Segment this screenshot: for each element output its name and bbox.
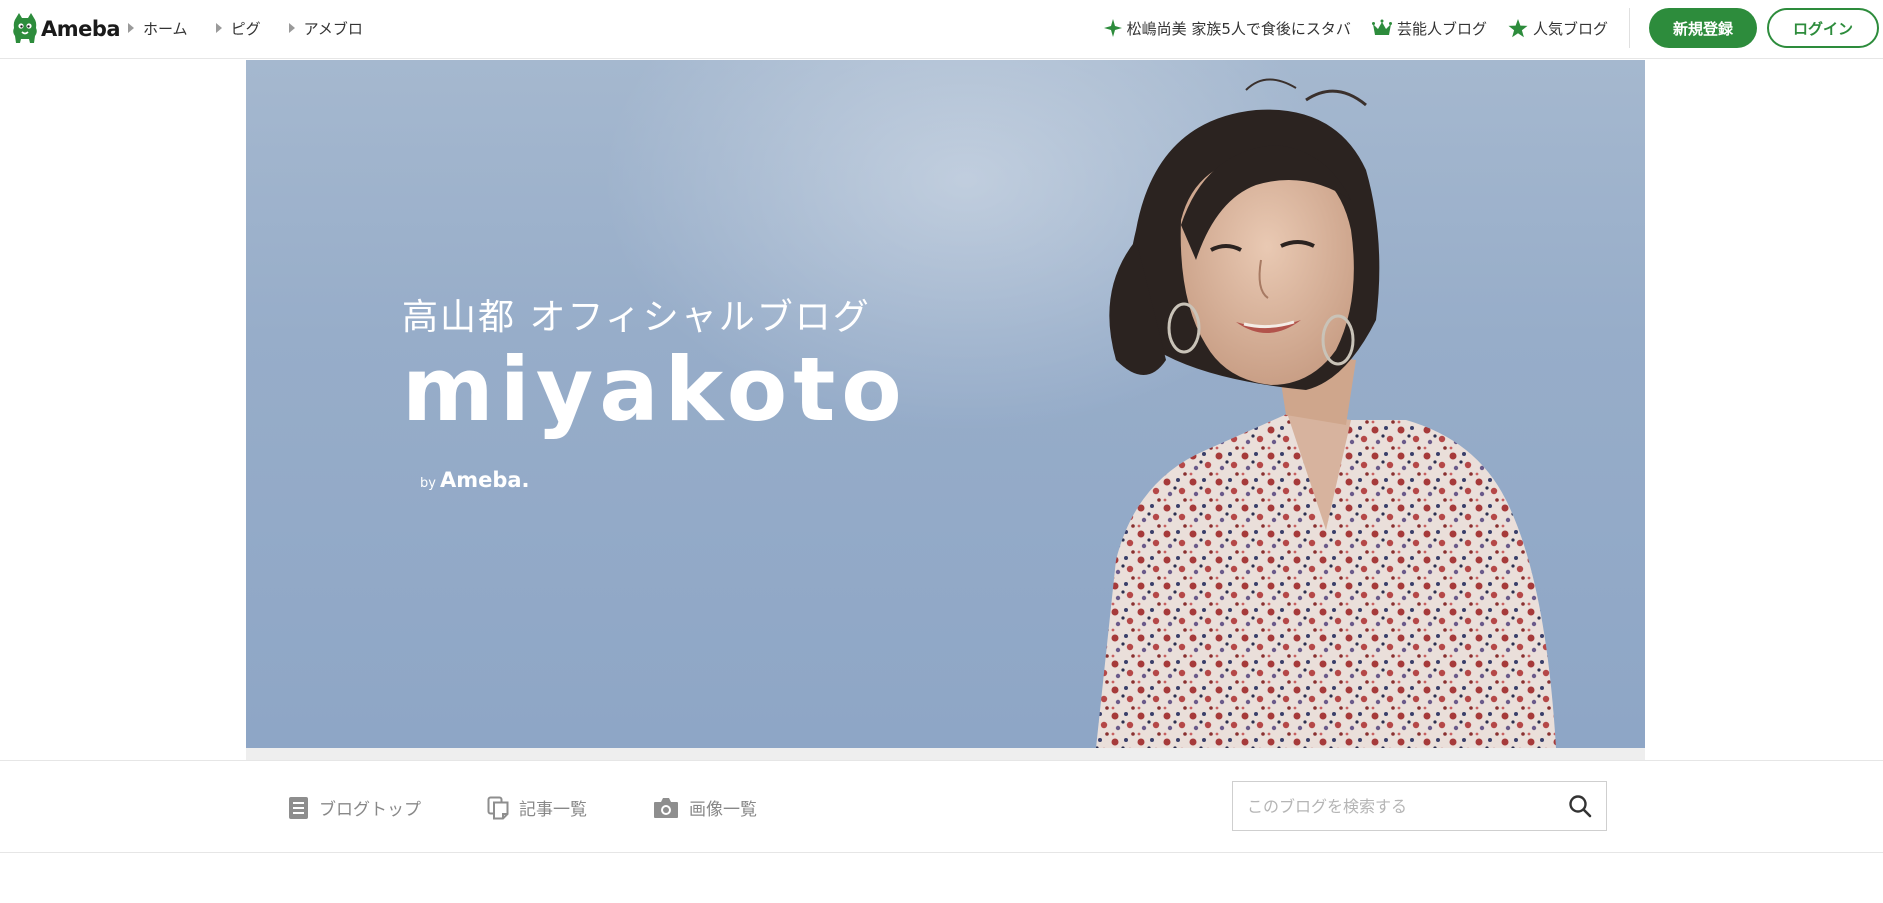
banner-bottom-strip xyxy=(246,748,1645,760)
portrait-photo xyxy=(1096,78,1556,748)
breadcrumb-label: ホーム xyxy=(143,19,188,38)
search-icon xyxy=(1569,795,1592,818)
blog-title: 高山都 オフィシャルブログ xyxy=(402,297,871,338)
register-button[interactable]: 新規登録 xyxy=(1648,8,1757,48)
by-ameba-mark: by Ameba. xyxy=(420,468,530,492)
celebrity-blog-link[interactable]: 芸能人ブログ xyxy=(1371,18,1487,39)
breadcrumb-pigg[interactable]: ピグ xyxy=(215,18,261,39)
blog-search-box xyxy=(1232,781,1607,831)
header-divider xyxy=(1628,8,1630,48)
header-right-nav: 松嶋尚美 家族5人で食後にスタバ 芸能人ブログ 人気ブログ 新規登録 ログイン xyxy=(1103,0,1883,56)
breadcrumb-label: ピグ xyxy=(230,19,261,38)
global-header: Ameba ホーム ピグ アメブロ 松嶋尚美 家族5人で食後にスタバ 芸能人ブロ… xyxy=(0,0,1883,59)
triangle-right-icon xyxy=(215,23,222,33)
blog-header-banner[interactable]: 高山都 オフィシャルブログ miyakoto by Ameba. xyxy=(246,60,1645,748)
ameba-logo[interactable]: Ameba xyxy=(12,12,121,46)
logo-text: Ameba xyxy=(41,17,121,41)
sparkle-icon xyxy=(1103,19,1122,37)
tab-label: ブログトップ xyxy=(319,800,421,820)
breadcrumb-home[interactable]: ホーム xyxy=(128,18,188,39)
star-icon xyxy=(1508,18,1528,37)
popular-blog-label: 人気ブログ xyxy=(1532,19,1608,38)
tab-blog-top[interactable]: ブログトップ xyxy=(288,795,421,820)
breadcrumb: ホーム ピグ アメブロ xyxy=(128,0,391,56)
tab-article-list[interactable]: 記事一覧 xyxy=(487,795,587,820)
document-icon xyxy=(289,796,308,819)
login-button[interactable]: ログイン xyxy=(1766,8,1879,48)
breadcrumb-label: アメブロ xyxy=(303,19,363,38)
banner-title-block: 高山都 オフィシャルブログ miyakoto xyxy=(402,288,908,434)
ameba-mascot-icon xyxy=(13,13,37,43)
blog-subnav: ブログトップ 記事一覧 画像一覧 xyxy=(0,760,1883,853)
blog-search-input[interactable] xyxy=(1233,782,1554,830)
trending-topic-link[interactable]: 松嶋尚美 家族5人で食後にスタバ xyxy=(1103,18,1351,39)
trending-topic-label: 松嶋尚美 家族5人で食後にスタバ xyxy=(1126,19,1351,38)
blog-tabs: ブログトップ 記事一覧 画像一覧 xyxy=(288,761,823,854)
ameba-brand: Ameba. xyxy=(439,468,530,492)
breadcrumb-ameblo[interactable]: アメブロ xyxy=(288,18,363,39)
tab-image-list[interactable]: 画像一覧 xyxy=(653,795,757,820)
tab-label: 画像一覧 xyxy=(689,800,757,820)
popular-blog-link[interactable]: 人気ブログ xyxy=(1508,18,1608,39)
blog-name: miyakoto xyxy=(402,338,908,441)
camera-icon xyxy=(654,797,678,818)
celebrity-blog-label: 芸能人ブログ xyxy=(1396,19,1487,38)
triangle-right-icon xyxy=(128,23,134,33)
triangle-right-icon xyxy=(288,23,295,33)
tab-label: 記事一覧 xyxy=(519,800,587,820)
crown-icon xyxy=(1371,19,1392,35)
search-button[interactable] xyxy=(1554,782,1606,830)
copy-icon xyxy=(487,796,509,819)
by-label: by xyxy=(420,476,436,491)
